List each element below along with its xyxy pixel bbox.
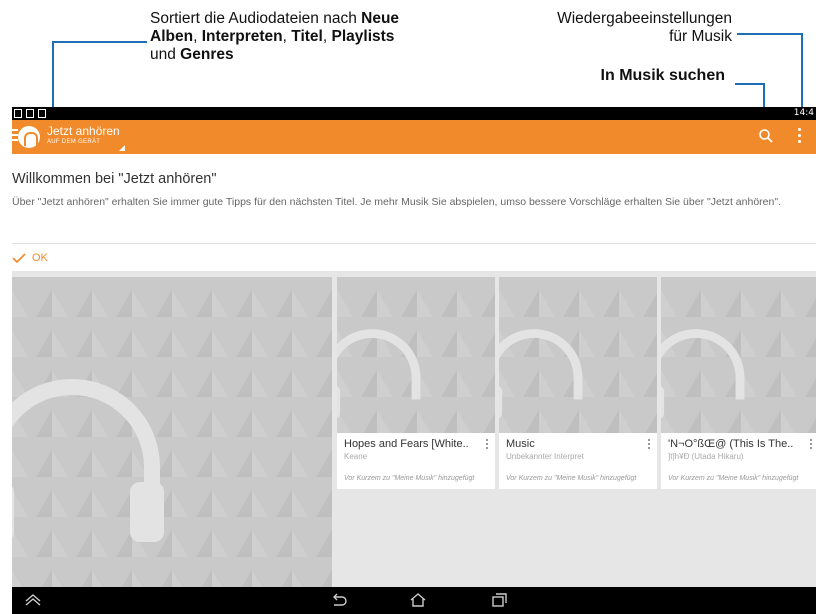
navigation-bar	[12, 587, 816, 614]
album-note: Vor Kurzem zu "Meine Musik" hinzugefügt	[344, 475, 475, 482]
ok-button[interactable]: OK	[12, 249, 48, 267]
headphones-icon	[12, 379, 164, 542]
album-card[interactable]: 'N¬O°ßŒ@ (This Is The.. ]t]h¥Ð (Utada Hi…	[661, 277, 816, 489]
album-artist: Keane	[344, 452, 368, 461]
callout-line	[737, 33, 803, 35]
divider	[12, 243, 816, 244]
headphones-icon	[499, 329, 583, 419]
status-clock: 14:4	[793, 108, 814, 118]
callout-sort-tabs: Sortiert die Audiodateien nach Neue Albe…	[150, 10, 400, 63]
home-icon[interactable]	[409, 592, 427, 608]
callout-text: Sortiert die Audiodateien nach	[150, 10, 362, 27]
callout-line	[52, 41, 147, 43]
callout-bold: Titel	[291, 28, 323, 45]
album-art[interactable]	[499, 277, 657, 433]
album-note: Vor Kurzem zu "Meine Musik" hinzugefügt	[668, 475, 799, 482]
headphones-icon	[337, 329, 421, 419]
sd-card-icon	[26, 109, 34, 118]
callout-bold: Genres	[180, 46, 234, 63]
welcome-title: Willkommen bei "Jetzt anhören"	[12, 171, 217, 187]
album-card[interactable]: Hopes and Fears [White.. Keane Vor Kurze…	[337, 277, 495, 489]
callout-playback-settings: Wiedergabeeinstellungen für Musik	[557, 10, 732, 45]
album-artist: ]t]h¥Ð (Utada Hikaru)	[668, 452, 744, 461]
callout-bold: Interpreten	[201, 28, 283, 45]
album-art[interactable]	[661, 277, 816, 433]
album-note: Vor Kurzem zu "Meine Musik" hinzugefügt	[506, 475, 637, 482]
card-menu-icon[interactable]	[648, 439, 651, 451]
checkmark-icon	[12, 253, 26, 263]
album-title: Hopes and Fears [White..	[344, 438, 469, 450]
headphones-icon	[661, 329, 745, 419]
view-subtitle[interactable]: AUF DEM GERÄT	[47, 139, 100, 145]
callout-line	[801, 33, 803, 113]
view-title[interactable]: Jetzt anhören	[47, 124, 120, 138]
ok-label: OK	[32, 252, 48, 264]
callout-bold: Alben	[150, 28, 194, 45]
dropdown-corner-icon	[119, 145, 125, 151]
album-artist: Unbekannter Interpret	[506, 452, 584, 461]
collapse-icon[interactable]	[24, 592, 42, 608]
notification-icons	[14, 107, 46, 120]
album-card[interactable]: Music Unbekannter Interpret Vor Kurzem z…	[499, 277, 657, 489]
back-icon[interactable]	[330, 592, 348, 608]
tablet-screen: 14:4 Jetzt anhören AUF DEM GERÄT Willkom…	[12, 107, 816, 614]
action-bar: Jetzt anhören AUF DEM GERÄT	[12, 120, 816, 154]
callout-line	[52, 41, 54, 111]
overflow-menu-icon[interactable]	[798, 128, 804, 146]
welcome-card: Willkommen bei "Jetzt anhören" Über "Jet…	[12, 154, 816, 271]
document-icon	[14, 109, 22, 118]
album-title: 'N¬O°ßŒ@ (This Is The..	[668, 438, 794, 450]
welcome-body: Über "Jetzt anhören" erhalten Sie immer …	[12, 196, 781, 208]
recent-apps-icon[interactable]	[490, 592, 508, 608]
featured-album-art[interactable]	[12, 277, 332, 587]
callout-bold: Neue	[361, 10, 400, 27]
status-bar: 14:4	[12, 107, 816, 120]
search-icon[interactable]	[758, 128, 774, 144]
card-menu-icon[interactable]	[486, 439, 489, 451]
album-title: Music	[506, 438, 535, 450]
callout-search: In Musik suchen	[600, 67, 725, 84]
album-art[interactable]	[337, 277, 495, 433]
image-icon	[38, 109, 46, 118]
callout-line	[735, 83, 765, 85]
callout-bold: Playlists	[331, 28, 395, 45]
card-menu-icon[interactable]	[810, 439, 813, 451]
headphones-logo-icon[interactable]	[18, 126, 40, 148]
